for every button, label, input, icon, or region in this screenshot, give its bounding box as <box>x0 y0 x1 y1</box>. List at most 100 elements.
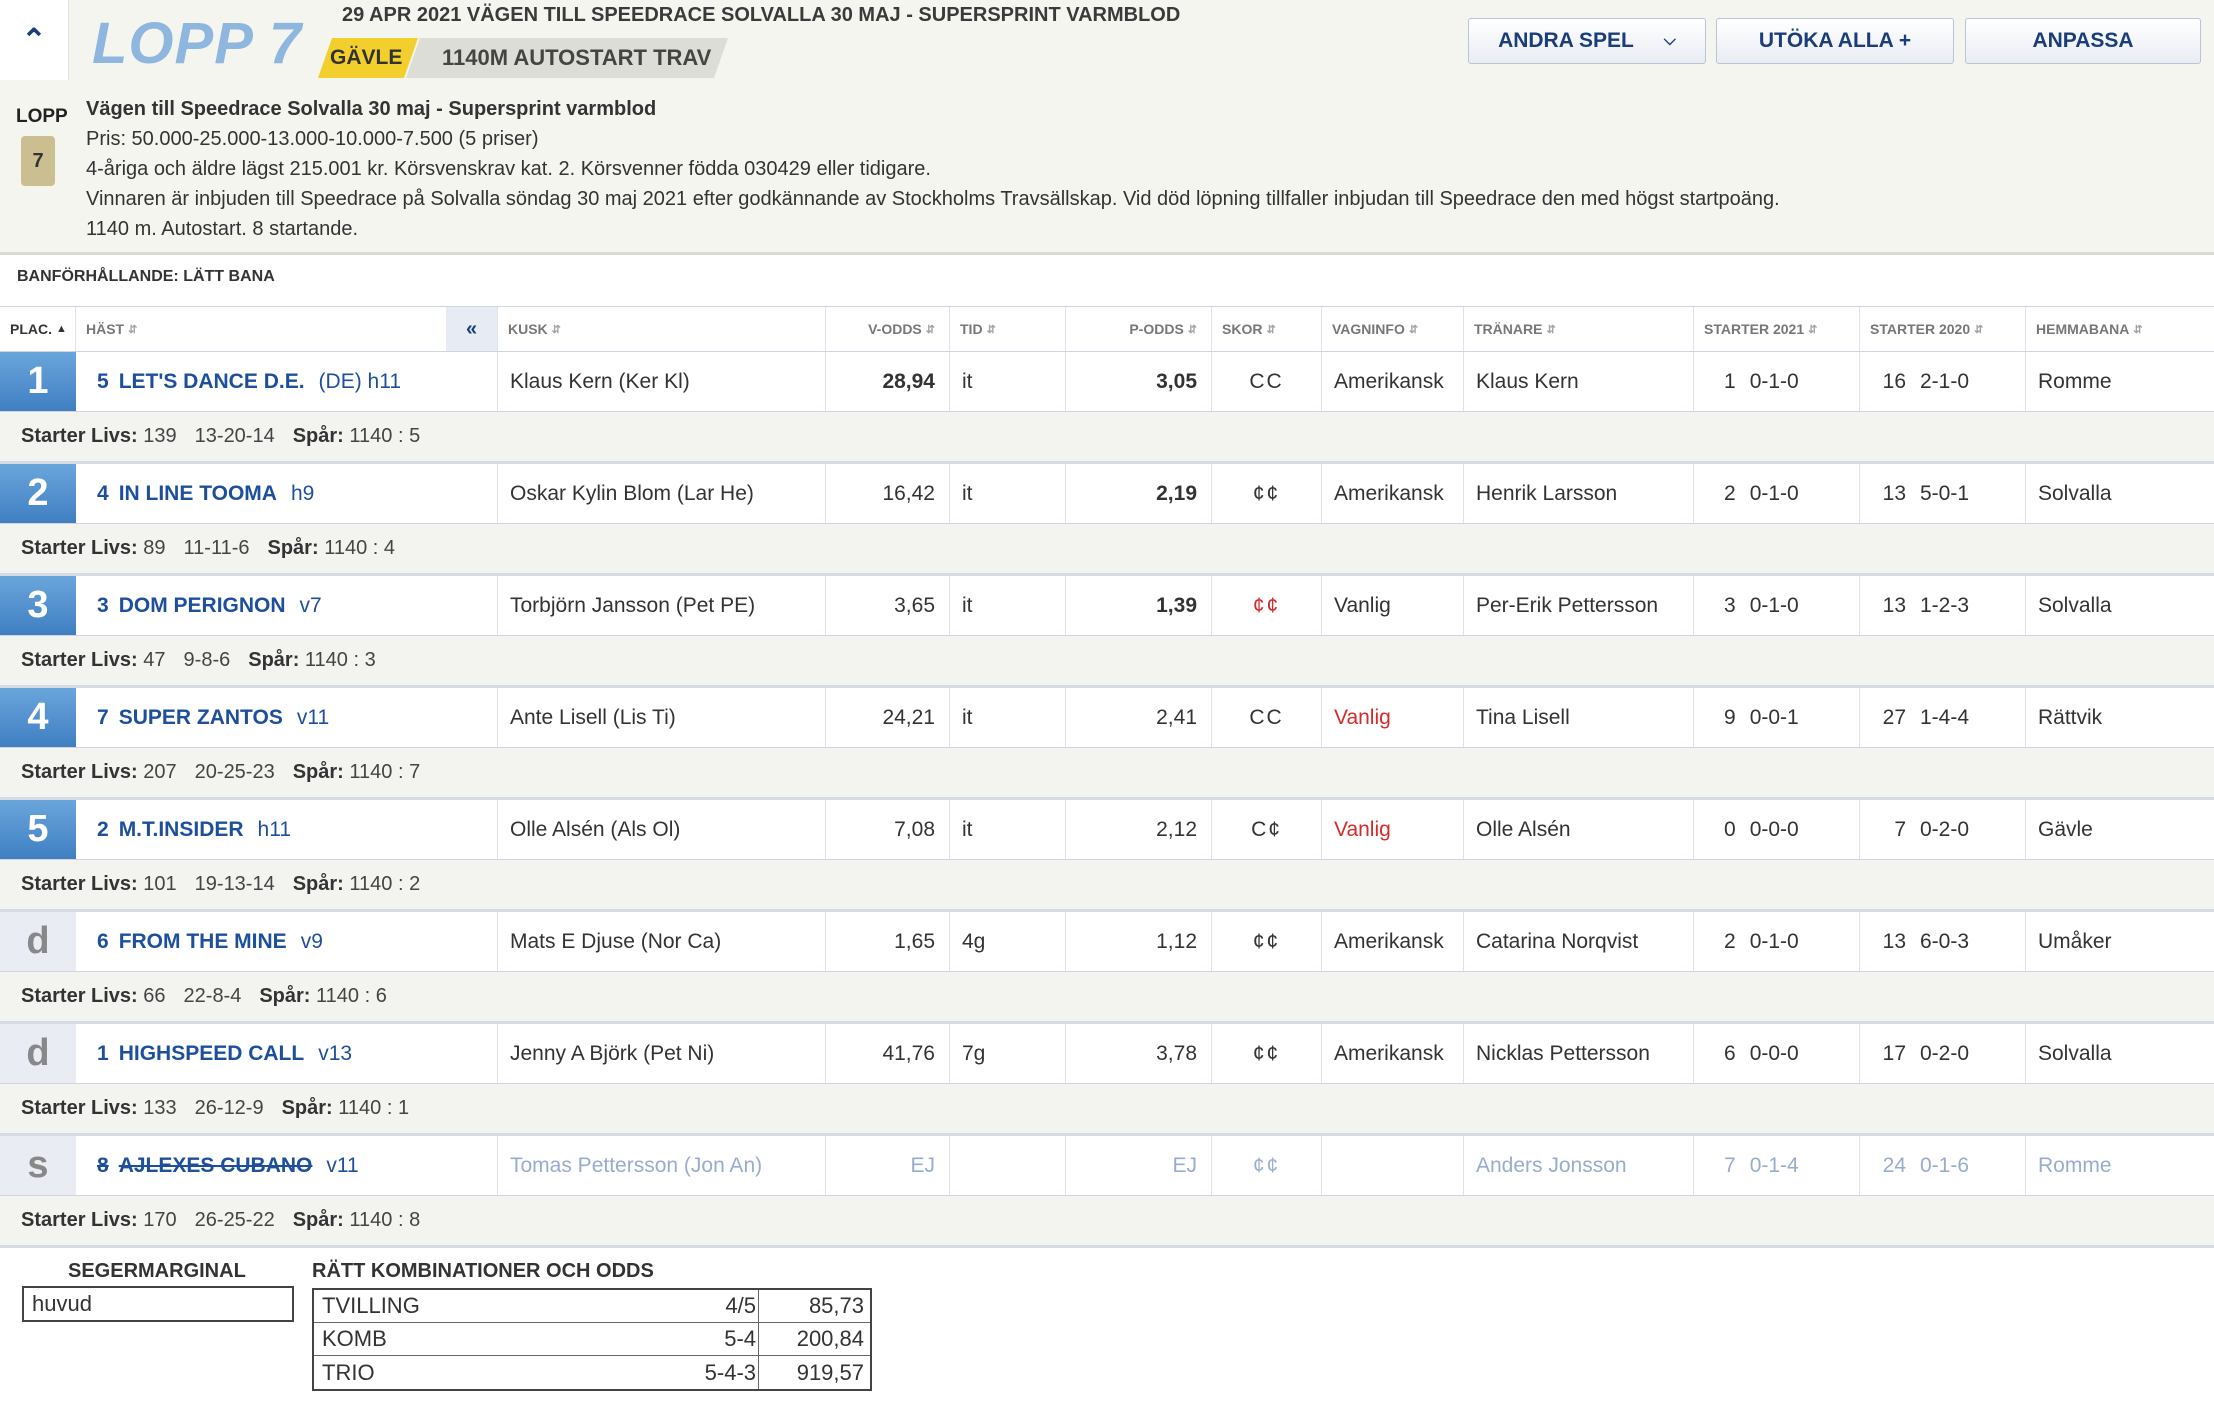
home-track-cell: Gävle <box>2038 817 2093 841</box>
horse-cell[interactable]: 4 IN LINE TOOMA h9 <box>76 464 498 523</box>
col-vagninfo[interactable]: VAGNINFO ⇵ <box>1322 307 1464 351</box>
sort-icon: ⇵ <box>1546 323 1556 336</box>
komb-row: TRIO 5-4-3 919,57 <box>314 1356 870 1389</box>
race-conditions: 4-åriga och äldre lägst 215.001 kr. Körs… <box>86 158 931 180</box>
col-hast[interactable]: HÄST ⇵ <box>76 307 446 351</box>
horse-cell[interactable]: 1 HIGHSPEED CALL v13 <box>76 1024 498 1083</box>
home-track-cell: Romme <box>2038 1153 2112 1177</box>
podds-cell: 2,19 <box>1066 464 1212 523</box>
lopp-label: LOPP <box>16 106 68 127</box>
table-row[interactable]: d 6 FROM THE MINE v9 Mats E Djuse (Nor Ca) 1,… <box>0 912 2214 972</box>
horse-cell[interactable]: 3 DOM PERIGNON v7 <box>76 576 498 635</box>
horse-name[interactable]: DOM PERIGNON <box>119 594 286 618</box>
table-row[interactable]: 4 7 SUPER ZANTOS v11 Ante Lisell (Lis Ti) 24,… <box>0 688 2214 748</box>
podds-cell: EJ <box>1066 1136 1212 1195</box>
horse-cell[interactable]: 2 M.T.INSIDER h11 <box>76 800 498 859</box>
sort-up-icon: ▲ <box>56 323 67 335</box>
horse-number: 5 <box>97 369 109 393</box>
horse-number: 2 <box>97 817 109 841</box>
col-kusk[interactable]: KUSK ⇵ <box>498 307 826 351</box>
horse-name[interactable]: SUPER ZANTOS <box>119 706 283 730</box>
table-header: PLAC. ▲ HÄST ⇵ « KUSK ⇵ V-ODDS ⇵ TID ⇵ P-ODDS… <box>0 306 2214 352</box>
race-note: Vinnaren är inbjuden till Speedrace på S… <box>86 188 1780 210</box>
horse-name[interactable]: HIGHSPEED CALL <box>119 1042 305 1066</box>
wagon-cell: Amerikansk <box>1322 464 1464 523</box>
tid-cell: it <box>950 800 1066 859</box>
place-badge: d <box>0 1024 76 1083</box>
table-row[interactable]: d 1 HIGHSPEED CALL v13 Jenny A Björk (Pet Ni… <box>0 1024 2214 1084</box>
driver-cell: Mats E Djuse (Nor Ca) <box>498 912 826 971</box>
starts-2021-cell: 3 0-1-0 <box>1694 576 1860 635</box>
utoka-alla-button[interactable]: UTÖKA ALLA + <box>1716 18 1954 64</box>
horse-name[interactable]: FROM THE MINE <box>119 930 287 954</box>
komb-row: KOMB 5-4 200,84 <box>314 1323 870 1356</box>
starts-2021-cell: 7 0-1-4 <box>1694 1136 1860 1195</box>
starts-2021-cell: 9 0-0-1 <box>1694 688 1860 747</box>
horse-name[interactable]: AJLEXES CUBANO <box>119 1154 313 1178</box>
col-tranare[interactable]: TRÄNARE ⇵ <box>1464 307 1694 351</box>
collapse-columns-button[interactable]: « <box>446 307 498 351</box>
horse-number: 3 <box>97 593 109 617</box>
sort-icon: ⇵ <box>1808 323 1818 336</box>
driver-cell: Olle Alsén (Als Ol) <box>498 800 826 859</box>
col-plac[interactable]: PLAC. ▲ <box>0 307 76 351</box>
driver-cell: Tomas Pettersson (Jon An) <box>498 1136 826 1195</box>
starts-summary-row: Starter Livs: 133 26-12-9 Spår: 1140 : 1 <box>0 1084 2214 1136</box>
sort-icon: ⇵ <box>925 323 935 336</box>
horse-number: 1 <box>97 1041 109 1065</box>
table-row[interactable]: s 8 AJLEXES CUBANO v11 Tomas Pettersson (Jon… <box>0 1136 2214 1196</box>
horse-extra: v11 <box>326 1153 359 1177</box>
anpassa-button[interactable]: ANPASSA <box>1965 18 2201 64</box>
driver-cell: Jenny A Björk (Pet Ni) <box>498 1024 826 1083</box>
col-hemmabana[interactable]: HEMMABANA ⇵ <box>2026 307 2214 351</box>
horse-cell[interactable]: 5 LET'S DANCE D.E. (DE) h11 <box>76 352 498 411</box>
starts-2020-cell: 7 0-2-0 <box>1860 800 2026 859</box>
table-row[interactable]: 3 3 DOM PERIGNON v7 Torbjörn Jansson (Pet PE… <box>0 576 2214 636</box>
vodds-cell: 24,21 <box>826 688 950 747</box>
podds-cell: 2,41 <box>1066 688 1212 747</box>
tid-cell: 7g <box>950 1024 1066 1083</box>
col-starter-2021[interactable]: STARTER 2021 ⇵ <box>1694 307 1860 351</box>
col-vodds[interactable]: V-ODDS ⇵ <box>826 307 950 351</box>
trainer-cell: Nicklas Pettersson <box>1464 1024 1694 1083</box>
trainer-cell: Henrik Larsson <box>1464 464 1694 523</box>
horse-name[interactable]: M.T.INSIDER <box>119 818 244 842</box>
starts-summary-row: Starter Livs: 139 13-20-14 Spår: 1140 : 5 <box>0 412 2214 464</box>
horse-name[interactable]: LET'S DANCE D.E. <box>119 370 305 394</box>
col-starter-2020[interactable]: STARTER 2020 ⇵ <box>1860 307 2026 351</box>
collapse-button[interactable]: ⌃ <box>0 0 69 80</box>
table-row[interactable]: 1 5 LET'S DANCE D.E. (DE) h11 Klaus Kern (Ke… <box>0 352 2214 412</box>
shoes-icon: ¢¢ <box>1212 576 1322 635</box>
andra-spel-button[interactable]: ANDRA SPEL ⌵ <box>1468 18 1706 64</box>
col-skor[interactable]: SKOR ⇵ <box>1212 307 1322 351</box>
kombinationer-table: TVILLING 4/5 85,73 KOMB 5-4 200,84 TRIO 5-4-3… <box>312 1288 872 1391</box>
col-podds[interactable]: P-ODDS ⇵ <box>1066 307 1212 351</box>
table-row[interactable]: 5 2 M.T.INSIDER h11 Olle Alsén (Als Ol) 7,08 i… <box>0 800 2214 860</box>
table-row[interactable]: 2 4 IN LINE TOOMA h9 Oskar Kylin Blom (Lar H… <box>0 464 2214 524</box>
vodds-cell: 16,42 <box>826 464 950 523</box>
race-type-tag: 1140M AUTOSTART TRAV <box>406 38 728 78</box>
shoes-icon: ¢¢ <box>1212 1136 1322 1195</box>
starts-2020-cell: 17 0-2-0 <box>1860 1024 2026 1083</box>
shoes-icon: CC <box>1212 352 1322 411</box>
horse-cell[interactable]: 7 SUPER ZANTOS v11 <box>76 688 498 747</box>
col-tid[interactable]: TID ⇵ <box>950 307 1066 351</box>
shoes-icon: C¢ <box>1212 800 1322 859</box>
starts-2020-cell: 13 1-2-3 <box>1860 576 2026 635</box>
place-badge: 4 <box>0 688 76 747</box>
starts-2021-cell: 6 0-0-0 <box>1694 1024 1860 1083</box>
starts-2020-cell: 16 2-1-0 <box>1860 352 2026 411</box>
horse-extra: h9 <box>290 481 315 505</box>
horse-cell[interactable]: 6 FROM THE MINE v9 <box>76 912 498 971</box>
horse-number: 6 <box>97 929 109 953</box>
starts-2020-cell: 13 5-0-1 <box>1860 464 2026 523</box>
vodds-cell: 1,65 <box>826 912 950 971</box>
race-info-panel: LOPP 7 Vägen till Speedrace Solvalla 30 … <box>0 80 2214 255</box>
vodds-cell: EJ <box>826 1136 950 1195</box>
wagon-cell: Vanlig <box>1322 576 1464 635</box>
home-track-cell: Solvalla <box>2038 593 2112 617</box>
wagon-cell <box>1322 1136 1464 1195</box>
horse-name[interactable]: IN LINE TOOMA <box>119 482 277 506</box>
horse-cell[interactable]: 8 AJLEXES CUBANO v11 <box>76 1136 498 1195</box>
starts-2021-cell: 1 0-1-0 <box>1694 352 1860 411</box>
